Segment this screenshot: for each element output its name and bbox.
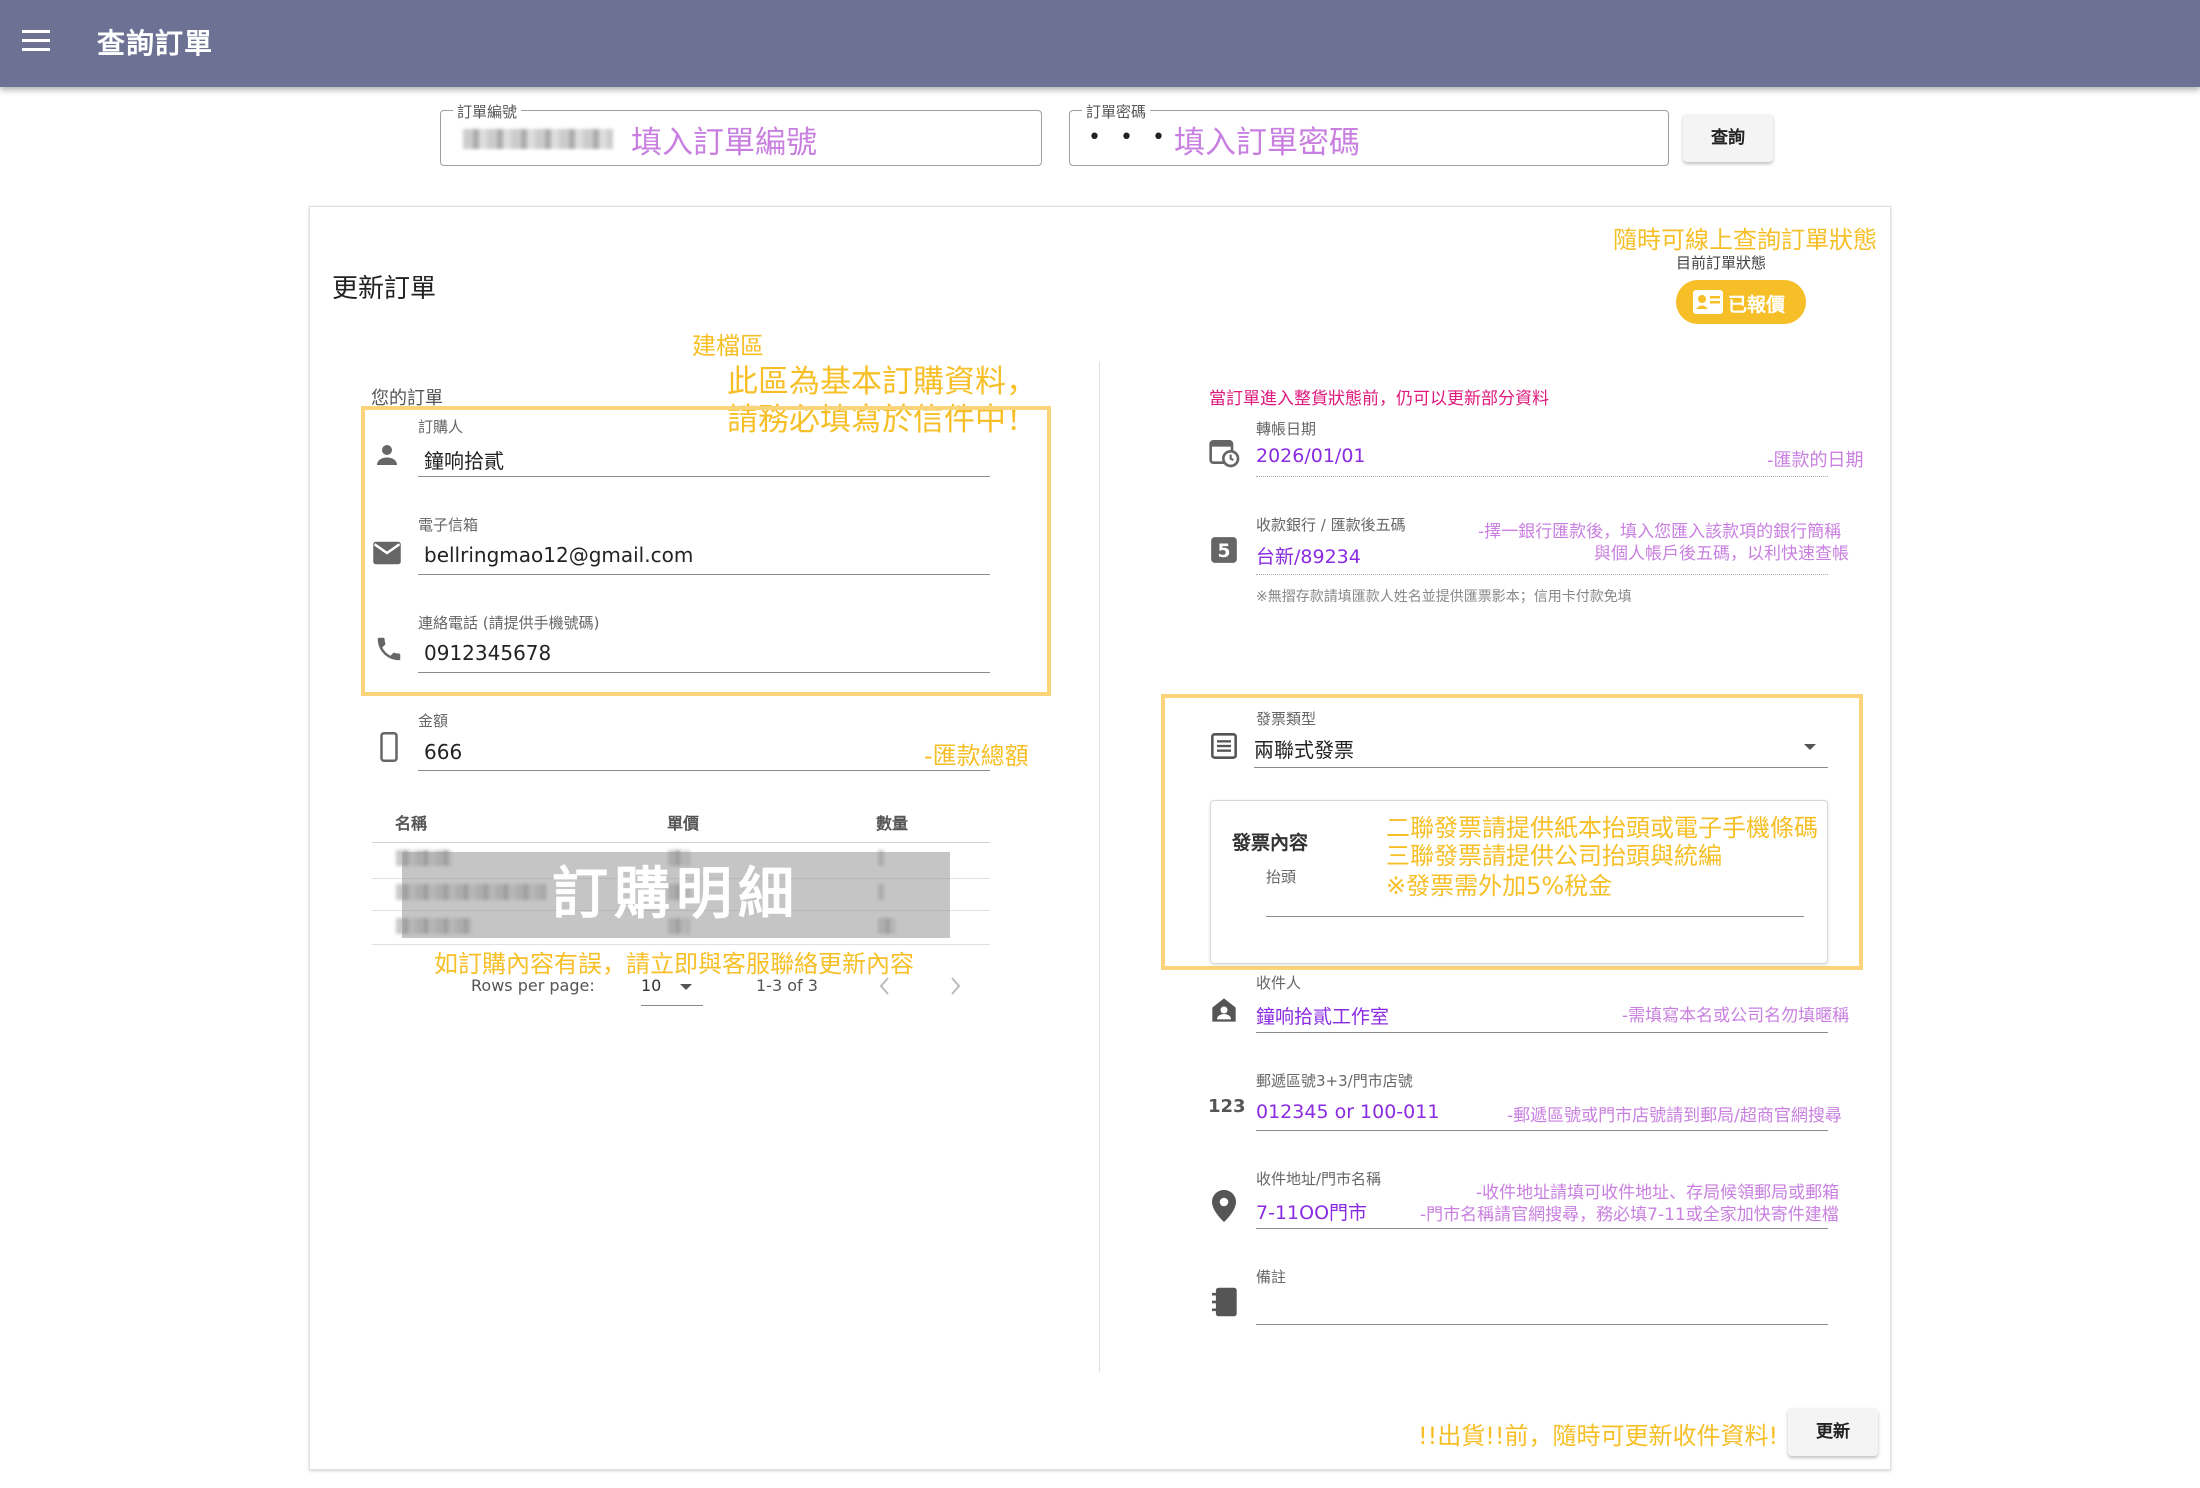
card-title: 更新訂單 <box>332 274 437 304</box>
phone-android-icon <box>378 732 400 762</box>
chevron-down-icon <box>680 984 692 990</box>
transfer-date-label: 轉帳日期 <box>1256 420 1317 438</box>
bank-underline <box>1256 574 1828 575</box>
phone-underline <box>418 672 990 673</box>
contact-card-icon <box>1693 290 1723 314</box>
app-bar: 查詢訂單 <box>0 0 2200 87</box>
menu-icon[interactable] <box>22 30 52 56</box>
table-header-name: 名稱 <box>395 814 428 833</box>
amount-underline <box>418 770 990 771</box>
zip-value[interactable]: 012345 or 100-011 <box>1256 1101 1439 1123</box>
bank-label: 收款銀行 / 匯款後五碼 <box>1256 516 1406 534</box>
chevron-right-icon[interactable] <box>948 976 962 996</box>
phone-label: 連絡電話 (請提供手機號碼) <box>418 614 600 632</box>
zip-hint: -郵遞區號或門市店號請到郵局/超商官網搜尋 <box>1507 1106 1842 1126</box>
mail-icon <box>372 540 402 566</box>
status-label: 目前訂單狀態 <box>1676 254 1767 272</box>
looks-5-icon: 5 <box>1210 536 1238 564</box>
email-label: 電子信箱 <box>418 516 479 534</box>
memo-underline <box>1256 1324 1828 1325</box>
bank-hint-line2: 與個人帳戶後五碼，以利快速查帳 <box>1594 544 1849 564</box>
invoice-title-label: 抬頭 <box>1266 868 1297 886</box>
invoice-type-select[interactable]: 兩聯式發票 <box>1254 728 1828 768</box>
update-notice: 當訂單進入整貨狀態前，仍可以更新部分資料 <box>1209 389 1549 409</box>
order-password-input[interactable]: 訂單密碼 • • • 填入訂單密碼 <box>1069 101 1669 166</box>
table-header-qty: 數量 <box>876 814 909 833</box>
transfer-date-underline <box>1256 476 1828 477</box>
order-number-value-blurred <box>463 129 613 149</box>
address-value[interactable]: 7-11OO門市 <box>1256 1198 1367 1225</box>
phone-icon <box>374 634 404 664</box>
status-badge: 已報價 <box>1676 280 1806 324</box>
status-note: 隨時可線上查詢訂單狀態 <box>1613 226 1877 254</box>
rows-per-page-label: Rows per page: <box>471 976 595 995</box>
recipient-hint: -需填寫本名或公司名勿填暱稱 <box>1622 1006 1850 1026</box>
notebook-icon <box>1212 1286 1238 1318</box>
chevron-down-icon <box>1804 744 1816 750</box>
table-header-price: 單價 <box>667 814 700 833</box>
invoice-type-value: 兩聯式發票 <box>1254 738 1354 762</box>
rows-per-page-select[interactable]: 10 <box>641 974 703 1006</box>
column-divider <box>1099 362 1100 1372</box>
address-underline <box>1256 1228 1828 1229</box>
buyer-label: 訂購人 <box>418 418 464 436</box>
order-password-hint: 填入訂單密碼 <box>1174 125 1360 161</box>
address-hint-line2: -門市名稱請官網搜尋，務必填7-11或全家加快寄件建檔 <box>1420 1205 1839 1225</box>
location-pin-icon <box>1212 1190 1236 1222</box>
buyer-underline <box>418 476 990 477</box>
search-button[interactable]: 查詢 <box>1683 114 1773 162</box>
order-number-input[interactable]: 訂單編號 填入訂單編號 <box>440 101 1042 166</box>
zip-label: 郵遞區號3+3/門市店號 <box>1256 1072 1413 1090</box>
invoice-note-3: ※發票需外加5%稅金 <box>1386 872 1613 900</box>
calendar-clock-icon <box>1208 436 1240 468</box>
invoice-content-title: 發票內容 <box>1232 832 1309 854</box>
numbers-icon: 123 <box>1208 1096 1246 1117</box>
amount-hint: -匯款總額 <box>924 742 1029 770</box>
receipt-icon <box>1210 732 1238 760</box>
order-password-label: 訂單密碼 <box>1082 101 1151 122</box>
order-password-value: • • • <box>1088 125 1171 150</box>
email-underline <box>418 574 990 575</box>
pagination-range: 1-3 of 3 <box>756 976 818 995</box>
memo-label: 備註 <box>1256 1268 1287 1286</box>
app-title: 查詢訂單 <box>97 27 214 60</box>
recipient-label: 收件人 <box>1256 974 1302 992</box>
status-badge-text: 已報價 <box>1728 294 1786 316</box>
invoice-type-label: 發票類型 <box>1256 710 1317 728</box>
transfer-date-hint: -匯款的日期 <box>1767 450 1864 471</box>
bank-footnote: ※無摺存款請填匯款人姓名並提供匯票影本；信用卡付款免填 <box>1256 589 1632 605</box>
email-value[interactable]: bellringmao12@gmail.com <box>424 543 693 567</box>
order-number-label: 訂單編號 <box>453 101 522 122</box>
zip-underline <box>1256 1130 1828 1131</box>
recipient-underline <box>1256 1032 1828 1033</box>
amount-label: 金額 <box>418 712 449 730</box>
bank-value[interactable]: 台新/89234 <box>1256 542 1361 569</box>
person-icon <box>372 440 402 470</box>
update-button[interactable]: 更新 <box>1788 1408 1878 1456</box>
order-number-hint: 填入訂單編號 <box>631 125 817 161</box>
invoice-title-underline[interactable] <box>1266 916 1804 917</box>
transfer-date-value[interactable]: 2026/01/01 <box>1256 445 1366 467</box>
order-detail-overlay: 訂購明細 <box>402 852 950 938</box>
rows-per-page-value: 10 <box>641 976 662 995</box>
buyer-value[interactable]: 鐘响拾貳 <box>424 445 504 474</box>
phone-value[interactable]: 0912345678 <box>424 641 551 665</box>
amount-value[interactable]: 666 <box>424 740 462 764</box>
chevron-left-icon[interactable] <box>878 976 892 996</box>
footer-note: !!出貨!!前，隨時可更新收件資料! <box>1418 1422 1779 1450</box>
contact-home-icon <box>1210 996 1238 1024</box>
table-header-divider <box>372 842 990 843</box>
address-label: 收件地址/門市名稱 <box>1256 1170 1382 1188</box>
recipient-value[interactable]: 鐘响拾貳工作室 <box>1256 1002 1389 1029</box>
svg-text:5: 5 <box>1218 541 1231 562</box>
